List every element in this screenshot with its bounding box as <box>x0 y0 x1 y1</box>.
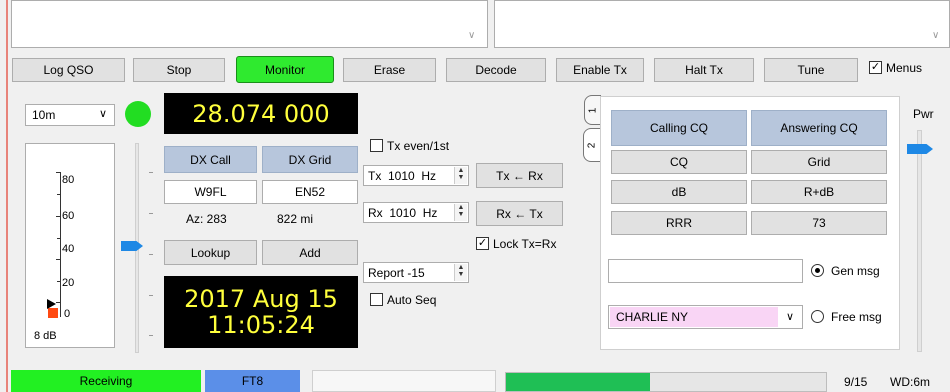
receiving-status: Receiving <box>11 370 201 392</box>
lock-tx-rx-checkbox[interactable]: ✓ <box>476 237 489 250</box>
tune-button[interactable]: Tune <box>764 58 858 82</box>
clock-date: 2017 Aug 15 <box>184 285 338 313</box>
grid-button[interactable]: Grid <box>751 150 887 174</box>
enable-tx-button[interactable]: Enable Tx <box>556 58 644 82</box>
meter-peak-marker <box>47 299 56 309</box>
meter-readout: 8 dB <box>34 330 57 342</box>
slider-thumb[interactable] <box>121 241 143 251</box>
halt-tx-button[interactable]: Halt Tx <box>654 58 754 82</box>
decode-button[interactable]: Decode <box>446 58 546 82</box>
tx-progress-bar <box>505 372 827 392</box>
signal-meter: 80 60 40 20 0 8 dB <box>25 143 115 348</box>
spin-arrows-icon[interactable]: ▲ ▼ <box>454 264 467 281</box>
tx-progress-fill <box>506 373 650 391</box>
report-value: Report -15 <box>368 265 425 280</box>
sequence-status: 9/15 <box>844 375 868 389</box>
gen-msg-label: Gen msg <box>831 264 880 278</box>
rx-level-slider[interactable] <box>121 143 143 353</box>
add-button[interactable]: Add <box>262 240 358 265</box>
menus-checkbox[interactable]: ✓ <box>869 61 882 74</box>
report-spinbox[interactable]: Report -15 ▲ ▼ <box>363 262 469 283</box>
chevron-down-icon[interactable]: ∨ <box>932 30 939 41</box>
erase-button[interactable]: Erase <box>343 58 436 82</box>
tx-frequency-value: Tx 1010 Hz <box>368 168 437 183</box>
meter-tick-label: 80 <box>62 174 75 186</box>
distance-text: 822 mi <box>277 212 314 226</box>
gen-msg-radio[interactable] <box>811 264 824 277</box>
utc-clock-display: 2017 Aug 15 11:05:24 <box>164 276 358 348</box>
watchdog-status: WD:6m <box>890 375 930 389</box>
free-msg-combo[interactable]: CHARLIE NY ∨ <box>608 305 803 329</box>
tx-even-label: Tx even/1st <box>387 139 450 153</box>
slider-thumb[interactable] <box>907 144 933 154</box>
meter-level-bar <box>48 308 58 318</box>
tx-from-rx-button[interactable]: Tx ← Rx <box>476 163 563 188</box>
window-edge-line <box>6 0 8 392</box>
meter-tick-label: 0 <box>64 308 71 320</box>
spin-arrows-icon[interactable]: ▲ ▼ <box>454 204 467 221</box>
stop-button[interactable]: Stop <box>133 58 225 82</box>
rx-frequency-pane[interactable] <box>494 0 950 48</box>
log-qso-button[interactable]: Log QSO <box>12 58 125 82</box>
chevron-down-icon: ∨ <box>785 311 794 323</box>
free-msg-label: Free msg <box>831 310 882 324</box>
lock-tx-rx-label: Lock Tx=Rx <box>493 237 557 251</box>
free-msg-value: CHARLIE NY <box>610 307 778 327</box>
band-value: 10m <box>32 108 56 122</box>
spin-arrows-icon[interactable]: ▲ ▼ <box>454 167 467 184</box>
mode-status: FT8 <box>205 370 300 392</box>
dx-grid-header: DX Grid <box>262 146 358 173</box>
dx-call-header: DX Call <box>164 146 257 173</box>
db-button[interactable]: dB <box>611 180 747 204</box>
seventy-three-button[interactable]: 73 <box>751 211 887 235</box>
monitor-button[interactable]: Monitor <box>236 56 334 83</box>
tx-frequency-spinbox[interactable]: Tx 1010 Hz ▲ ▼ <box>363 165 469 186</box>
chevron-down-icon: ∨ <box>98 108 107 120</box>
r-db-button[interactable]: R+dB <box>751 180 887 204</box>
tx-even-checkbox[interactable] <box>370 139 383 152</box>
gen-msg-input[interactable] <box>608 259 803 283</box>
dx-call-input[interactable]: W9FL <box>164 180 257 204</box>
tab-1[interactable]: 1 <box>584 95 601 125</box>
tab-2[interactable]: 2 <box>583 128 601 162</box>
band-activity-pane[interactable] <box>11 0 488 48</box>
rx-frequency-value: Rx 1010 Hz <box>368 205 438 220</box>
pwr-label: Pwr <box>913 107 934 121</box>
auto-seq-checkbox[interactable] <box>370 293 383 306</box>
status-indicator-dot <box>125 101 151 127</box>
meter-tick-label: 20 <box>62 277 75 289</box>
answering-cq-header: Answering CQ <box>751 110 887 146</box>
dial-frequency-display: 28.074 000 <box>164 93 358 134</box>
lookup-button[interactable]: Lookup <box>164 240 257 265</box>
rx-frequency-spinbox[interactable]: Rx 1010 Hz ▲ ▼ <box>363 202 469 223</box>
free-msg-radio[interactable] <box>811 310 824 323</box>
meter-tick-label: 40 <box>62 243 75 255</box>
azimuth-text: Az: 283 <box>186 212 227 226</box>
rx-from-tx-button[interactable]: Rx ← Tx <box>476 201 563 226</box>
rrr-button[interactable]: RRR <box>611 211 747 235</box>
clock-time: 11:05:24 <box>207 311 315 339</box>
dx-grid-input[interactable]: EN52 <box>262 180 358 204</box>
auto-seq-label: Auto Seq <box>387 293 437 307</box>
chevron-down-icon[interactable]: ∨ <box>468 30 475 41</box>
band-select[interactable]: 10m ∨ <box>25 104 115 126</box>
meter-tick-label: 60 <box>62 210 75 222</box>
calling-cq-header: Calling CQ <box>611 110 747 146</box>
menus-label: Menus <box>886 61 923 75</box>
status-message <box>312 370 496 392</box>
power-slider[interactable] <box>907 130 933 352</box>
cq-button[interactable]: CQ <box>611 150 747 174</box>
